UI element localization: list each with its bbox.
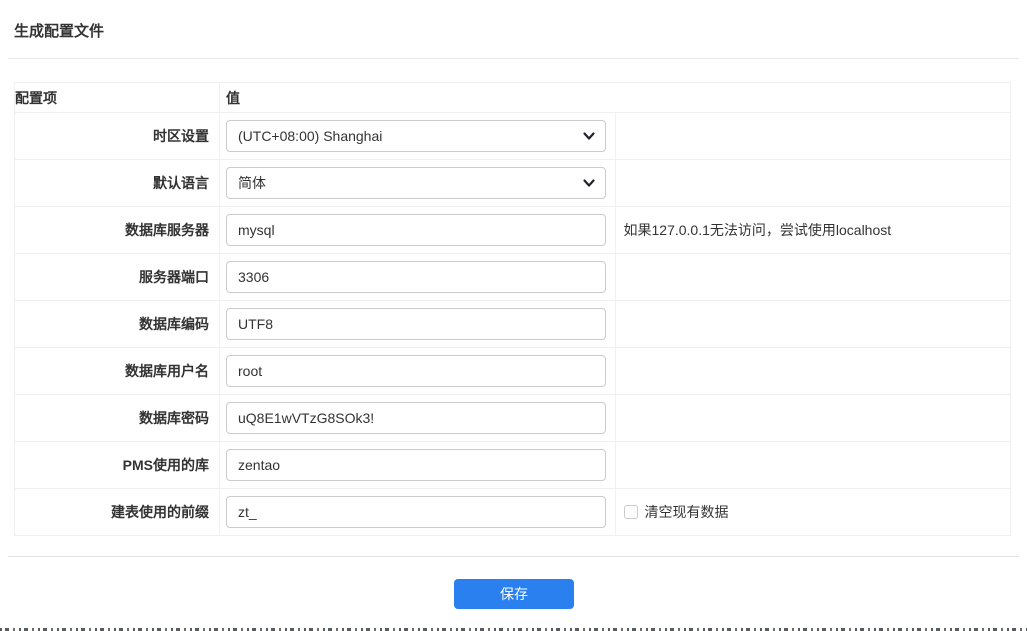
db-host-hint: 如果127.0.0.1无法访问，尝试使用localhost	[614, 206, 1011, 254]
clear-data-checkbox-label[interactable]: 清空现有数据	[623, 502, 729, 522]
table-row-db-port: 服务器端口	[14, 253, 1011, 301]
db-username-input[interactable]	[226, 355, 606, 387]
row-hint	[614, 112, 1011, 160]
table-row-db-password: 数据库密码	[14, 394, 1011, 442]
column-header-value: 值	[219, 82, 1011, 113]
row-label: 时区设置	[14, 112, 220, 160]
config-table: 配置项 值 时区设置 (UTC+08:00) Shanghai 默认语言 简体 …	[14, 82, 1011, 536]
row-label: 数据库用户名	[14, 347, 220, 395]
save-button[interactable]: 保存	[454, 579, 574, 609]
row-label: 建表使用的前缀	[14, 488, 220, 536]
page-title: 生成配置文件	[14, 23, 105, 40]
table-prefix-input[interactable]	[226, 496, 606, 528]
row-hint	[614, 253, 1011, 301]
row-hint	[614, 394, 1011, 442]
db-encoding-input[interactable]	[226, 308, 606, 340]
default-language-select[interactable]: 简体	[226, 167, 606, 199]
row-label: 数据库密码	[14, 394, 220, 442]
actions-divider	[8, 556, 1019, 557]
row-label: 默认语言	[14, 159, 220, 207]
table-row-db-user: 数据库用户名	[14, 347, 1011, 395]
pms-database-input[interactable]	[226, 449, 606, 481]
table-row-timezone: 时区设置 (UTC+08:00) Shanghai	[14, 112, 1011, 160]
row-label: 数据库编码	[14, 300, 220, 348]
row-hint	[614, 300, 1011, 348]
row-label: PMS使用的库	[14, 441, 220, 489]
db-port-input[interactable]	[226, 261, 606, 293]
row-hint	[614, 347, 1011, 395]
table-row-table-prefix: 建表使用的前缀 清空现有数据	[14, 488, 1011, 536]
title-divider	[8, 58, 1019, 59]
table-row-db-name: PMS使用的库	[14, 441, 1011, 489]
db-host-input[interactable]	[226, 214, 606, 246]
row-hint	[614, 441, 1011, 489]
table-row-db-encoding: 数据库编码	[14, 300, 1011, 348]
row-hint	[614, 159, 1011, 207]
table-row-language: 默认语言 简体	[14, 159, 1011, 207]
db-password-input[interactable]	[226, 402, 606, 434]
row-label: 服务器端口	[14, 253, 220, 301]
clear-data-checkbox[interactable]	[623, 505, 638, 519]
column-header-item: 配置项	[14, 82, 220, 113]
table-header-row: 配置项 值	[14, 82, 1011, 113]
table-row-db-host: 数据库服务器 如果127.0.0.1无法访问，尝试使用localhost	[14, 206, 1011, 254]
row-label: 数据库服务器	[14, 206, 220, 254]
clear-data-label-text: 清空现有数据	[644, 504, 729, 520]
timezone-select[interactable]: (UTC+08:00) Shanghai	[226, 120, 606, 152]
